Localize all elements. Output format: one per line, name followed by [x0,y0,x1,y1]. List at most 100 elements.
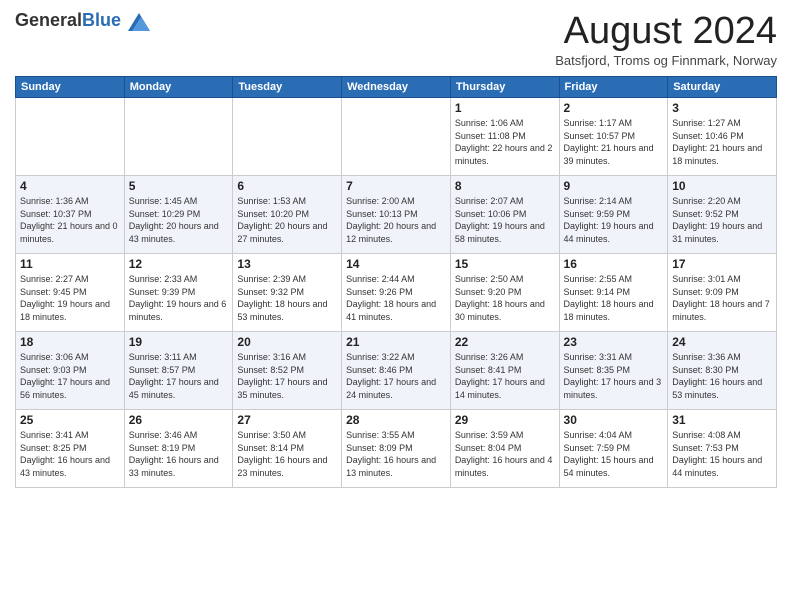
day-info: Sunrise: 4:04 AMSunset: 7:59 PMDaylight:… [564,429,664,479]
day-info: Sunrise: 3:55 AMSunset: 8:09 PMDaylight:… [346,429,446,479]
day-info: Sunrise: 1:17 AMSunset: 10:57 PMDaylight… [564,117,664,167]
day-number: 6 [237,179,337,193]
day-info: Sunrise: 4:08 AMSunset: 7:53 PMDaylight:… [672,429,772,479]
day-info: Sunrise: 3:26 AMSunset: 8:41 PMDaylight:… [455,351,555,401]
day-info: Sunrise: 1:27 AMSunset: 10:46 PMDaylight… [672,117,772,167]
day-number: 12 [129,257,229,271]
day-info: Sunrise: 2:39 AMSunset: 9:32 PMDaylight:… [237,273,337,323]
table-row: 3 Sunrise: 1:27 AMSunset: 10:46 PMDayligh… [668,98,777,176]
day-info: Sunrise: 2:50 AMSunset: 9:20 PMDaylight:… [455,273,555,323]
day-info: Sunrise: 1:06 AMSunset: 11:08 PMDaylight… [455,117,555,167]
header-saturday: Saturday [668,77,777,98]
calendar-week-4: 18Sunrise: 3:06 AMSunset: 9:03 PMDayligh… [16,332,777,410]
day-info: Sunrise: 3:46 AMSunset: 8:19 PMDaylight:… [129,429,229,479]
day-info: Sunrise: 3:36 AMSunset: 8:30 PMDaylight:… [672,351,772,401]
table-row: 27Sunrise: 3:50 AMSunset: 8:14 PMDayligh… [233,410,342,488]
title-area: August 2024 Batsfjord, Troms og Finnmark… [555,10,777,68]
day-info: Sunrise: 3:22 AMSunset: 8:46 PMDaylight:… [346,351,446,401]
day-info: Sunrise: 1:53 AMSunset: 10:20 PMDaylight… [237,195,337,245]
day-number: 5 [129,179,229,193]
table-row: 29Sunrise: 3:59 AMSunset: 8:04 PMDayligh… [450,410,559,488]
table-row: 8 Sunrise: 2:07 AMSunset: 10:06 PMDayligh… [450,176,559,254]
day-info: Sunrise: 1:45 AMSunset: 10:29 PMDaylight… [129,195,229,245]
day-number: 27 [237,413,337,427]
day-info: Sunrise: 3:59 AMSunset: 8:04 PMDaylight:… [455,429,555,479]
day-number: 20 [237,335,337,349]
location-title: Batsfjord, Troms og Finnmark, Norway [555,53,777,68]
calendar-week-3: 11Sunrise: 2:27 AMSunset: 9:45 PMDayligh… [16,254,777,332]
day-number: 23 [564,335,664,349]
day-number: 30 [564,413,664,427]
day-number: 17 [672,257,772,271]
header-sunday: Sunday [16,77,125,98]
table-row: 12 Sunrise: 2:33 AMSunset: 9:39 PMDayligh… [124,254,233,332]
day-info: Sunrise: 3:31 AMSunset: 8:35 PMDaylight:… [564,351,664,401]
table-row: 14 Sunrise: 2:44 AMSunset: 9:26 PMDayligh… [342,254,451,332]
day-number: 18 [20,335,120,349]
calendar-table: SundayMondayTuesdayWednesdayThursdayFrid… [15,76,777,488]
table-row: 2 Sunrise: 1:17 AMSunset: 10:57 PMDayligh… [559,98,668,176]
table-row: 4Sunrise: 1:36 AMSunset: 10:37 PMDayligh… [16,176,125,254]
day-number: 31 [672,413,772,427]
table-row: 22 Sunrise: 3:26 AMSunset: 8:41 PMDayligh… [450,332,559,410]
day-number: 22 [455,335,555,349]
day-info: Sunrise: 2:14 AMSunset: 9:59 PMDaylight:… [564,195,664,245]
table-row: 28 Sunrise: 3:55 AMSunset: 8:09 PMDayligh… [342,410,451,488]
day-number: 15 [455,257,555,271]
header-monday: Monday [124,77,233,98]
table-row: 17Sunrise: 3:01 AMSunset: 9:09 PMDayligh… [668,254,777,332]
day-number: 3 [672,101,772,115]
table-row: 25Sunrise: 3:41 AMSunset: 8:25 PMDayligh… [16,410,125,488]
table-row: 24 Sunrise: 3:36 AMSunset: 8:30 PMDayligh… [668,332,777,410]
day-number: 1 [455,101,555,115]
day-info: Sunrise: 3:11 AMSunset: 8:57 PMDaylight:… [129,351,229,401]
day-number: 7 [346,179,446,193]
day-info: Sunrise: 2:07 AMSunset: 10:06 PMDaylight… [455,195,555,245]
header-tuesday: Tuesday [233,77,342,98]
table-row: 30 Sunrise: 4:04 AMSunset: 7:59 PMDayligh… [559,410,668,488]
table-row: 1 Sunrise: 1:06 AMSunset: 11:08 PMDayligh… [450,98,559,176]
day-info: Sunrise: 2:00 AMSunset: 10:13 PMDaylight… [346,195,446,245]
table-row: 6 Sunrise: 1:53 AMSunset: 10:20 PMDayligh… [233,176,342,254]
day-number: 19 [129,335,229,349]
day-number: 9 [564,179,664,193]
table-row [342,98,451,176]
day-info: Sunrise: 2:44 AMSunset: 9:26 PMDaylight:… [346,273,446,323]
day-number: 14 [346,257,446,271]
table-row [16,98,125,176]
day-number: 24 [672,335,772,349]
day-number: 4 [20,179,120,193]
day-number: 11 [20,257,120,271]
table-row [124,98,233,176]
table-row: 5 Sunrise: 1:45 AMSunset: 10:29 PMDayligh… [124,176,233,254]
day-number: 8 [455,179,555,193]
header-friday: Friday [559,77,668,98]
day-info: Sunrise: 2:55 AMSunset: 9:14 PMDaylight:… [564,273,664,323]
table-row: 9 Sunrise: 2:14 AMSunset: 9:59 PMDaylight… [559,176,668,254]
day-number: 2 [564,101,664,115]
month-title: August 2024 [555,10,777,53]
table-row: 11Sunrise: 2:27 AMSunset: 9:45 PMDayligh… [16,254,125,332]
day-number: 28 [346,413,446,427]
calendar-week-5: 25Sunrise: 3:41 AMSunset: 8:25 PMDayligh… [16,410,777,488]
table-row: 26 Sunrise: 3:46 AMSunset: 8:19 PMDayligh… [124,410,233,488]
table-row: 31 Sunrise: 4:08 AMSunset: 7:53 PMDayligh… [668,410,777,488]
day-info: Sunrise: 3:16 AMSunset: 8:52 PMDaylight:… [237,351,337,401]
day-number: 10 [672,179,772,193]
header-thursday: Thursday [450,77,559,98]
table-row: 10 Sunrise: 2:20 AMSunset: 9:52 PMDayligh… [668,176,777,254]
calendar-header-row: SundayMondayTuesdayWednesdayThursdayFrid… [16,77,777,98]
calendar-week-2: 4Sunrise: 1:36 AMSunset: 10:37 PMDayligh… [16,176,777,254]
calendar-week-1: 1 Sunrise: 1:06 AMSunset: 11:08 PMDayligh… [16,98,777,176]
day-number: 13 [237,257,337,271]
day-info: Sunrise: 3:41 AMSunset: 8:25 PMDaylight:… [20,429,120,479]
day-info: Sunrise: 2:33 AMSunset: 9:39 PMDaylight:… [129,273,229,323]
table-row: 15 Sunrise: 2:50 AMSunset: 9:20 PMDayligh… [450,254,559,332]
table-row: 19 Sunrise: 3:11 AMSunset: 8:57 PMDayligh… [124,332,233,410]
day-info: Sunrise: 2:20 AMSunset: 9:52 PMDaylight:… [672,195,772,245]
day-number: 26 [129,413,229,427]
day-number: 16 [564,257,664,271]
table-row [233,98,342,176]
logo: GeneralBlue [15,10,150,31]
day-number: 21 [346,335,446,349]
